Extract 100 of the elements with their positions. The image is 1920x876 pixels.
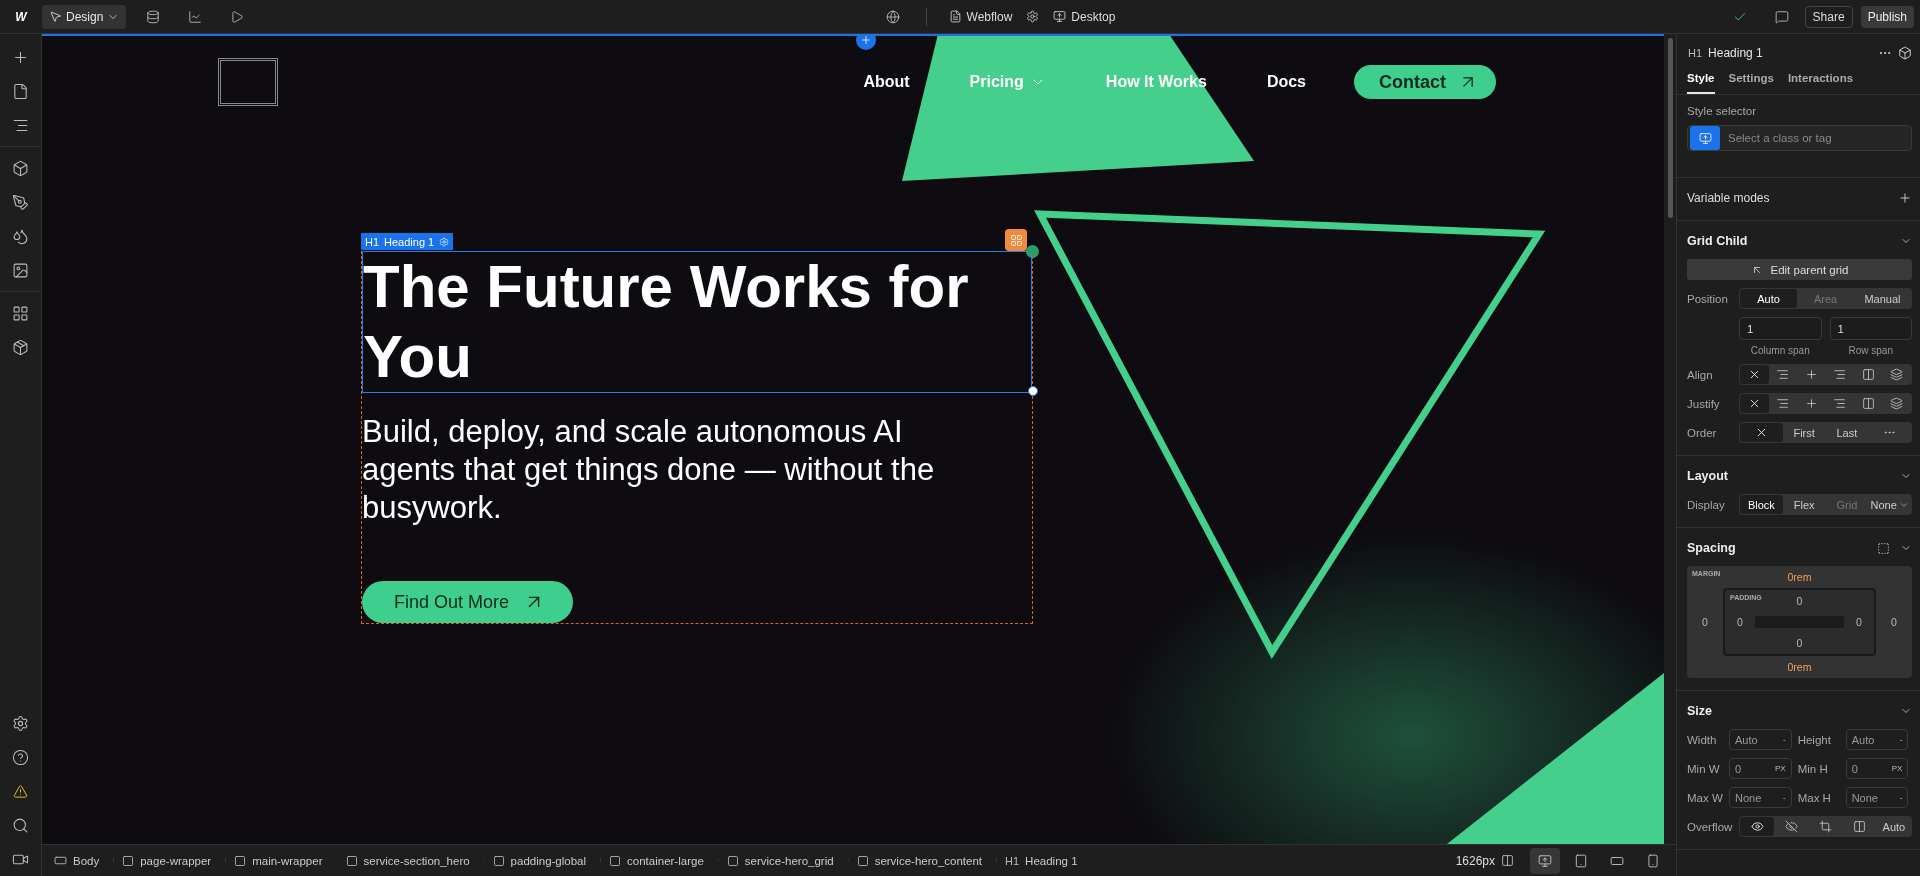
field-label: Width xyxy=(1687,733,1718,746)
span-field[interactable]: 1 xyxy=(1829,317,1912,340)
option-button[interactable]: First xyxy=(1782,423,1826,442)
style-selector-field[interactable]: Select a class or tag xyxy=(1687,125,1912,151)
option-button[interactable]: Block xyxy=(1740,495,1783,514)
size-field[interactable]: None - xyxy=(1845,787,1909,808)
size-field[interactable]: Auto - xyxy=(1729,729,1792,750)
option-button[interactable] xyxy=(1740,394,1769,413)
eye-icon xyxy=(1750,820,1764,833)
style-selector-label: Style selector xyxy=(1687,105,1758,117)
tablet-icon xyxy=(1574,853,1588,868)
share-button[interactable]: Share xyxy=(1804,5,1853,28)
div-icon xyxy=(856,854,869,867)
size-input[interactable]: 0 xyxy=(1851,762,1892,775)
field-label: Display xyxy=(1687,498,1726,511)
field-label: Column span xyxy=(1750,345,1810,356)
padding-value[interactable]: 0 xyxy=(1796,595,1803,607)
breadcrumb[interactable]: padding-global xyxy=(484,844,602,876)
span-field[interactable]: 1 xyxy=(1739,317,1822,340)
desktop-icon xyxy=(1053,10,1067,23)
chart-icon xyxy=(188,9,203,24)
section-title: Size xyxy=(1687,704,1712,718)
size-input[interactable]: 0 xyxy=(1735,762,1775,775)
breadcrumb[interactable]: service-section_hero xyxy=(337,844,485,876)
hero-heading: The Future Works for You xyxy=(363,252,970,392)
grid-icon xyxy=(1009,233,1023,247)
resize-handle[interactable] xyxy=(1028,386,1038,396)
option-button[interactable] xyxy=(1740,817,1775,836)
breadcrumb[interactable]: Body xyxy=(46,844,115,876)
logo-placeholder xyxy=(218,58,278,106)
find-out-more-button[interactable]: Find Out More xyxy=(362,581,574,623)
padding-value[interactable]: 0 xyxy=(1796,637,1803,649)
size-field[interactable]: None - xyxy=(1729,787,1792,808)
page-selector[interactable]: Webflow xyxy=(944,9,1017,24)
breadcrumb[interactable]: H1 Heading 1 xyxy=(997,844,1093,876)
option-button[interactable]: Last xyxy=(1825,423,1869,442)
size-input[interactable]: Auto xyxy=(1851,733,1892,746)
nav-link[interactable]: Docs xyxy=(1236,73,1336,91)
mode-dropdown[interactable]: Design xyxy=(42,4,127,29)
unit-label: PX xyxy=(1775,764,1786,773)
field-label: Order xyxy=(1687,426,1718,439)
option-button[interactable]: Auto xyxy=(1876,817,1911,836)
hero-subheading: Build, deploy, and scale autonomous AI agents that get things done — without the busywork. xyxy=(362,413,936,527)
crop-icon xyxy=(1819,820,1832,833)
size-input[interactable]: Auto xyxy=(1735,733,1775,746)
panel-tab[interactable]: Settings xyxy=(1728,66,1774,94)
image-icon xyxy=(12,261,29,279)
option-button[interactable]: Flex xyxy=(1782,495,1826,514)
contact-button[interactable]: Contact xyxy=(1354,65,1496,99)
breakpoint-button[interactable] xyxy=(1530,847,1560,874)
breakpoint-selector[interactable]: Desktop xyxy=(1049,9,1120,24)
field-label: Position xyxy=(1687,292,1729,305)
margin-value[interactable]: 0 xyxy=(1702,616,1708,628)
publish-button[interactable]: Publish xyxy=(1860,5,1914,28)
align-center-icon xyxy=(1804,397,1818,410)
option-button[interactable]: Auto xyxy=(1740,289,1797,308)
panel-tab[interactable]: Interactions xyxy=(1787,66,1854,94)
logo[interactable]: W xyxy=(6,1,36,32)
size-input[interactable]: None xyxy=(1735,791,1775,804)
breadcrumb[interactable]: service-hero_grid xyxy=(718,844,849,876)
spacing-icon xyxy=(1877,541,1890,555)
div-icon xyxy=(609,854,622,867)
breadcrumb[interactable]: service-hero_content xyxy=(848,844,998,876)
padding-value[interactable]: 0 xyxy=(1856,616,1862,628)
margin-value[interactable]: 0 xyxy=(1891,616,1897,628)
settings-icon xyxy=(439,236,450,247)
panel-tab[interactable]: Style xyxy=(1687,66,1715,94)
div-icon xyxy=(492,854,505,867)
breadcrumb[interactable]: main-wrapper xyxy=(226,844,338,876)
size-input[interactable]: None xyxy=(1851,791,1892,804)
nav-link[interactable]: About xyxy=(833,73,940,91)
size-field[interactable]: 0 PX xyxy=(1729,758,1792,779)
field-label: Overflow xyxy=(1687,820,1734,833)
add-icon xyxy=(860,36,872,46)
size-field[interactable]: Auto - xyxy=(1845,729,1909,750)
add-section-button[interactable] xyxy=(856,36,876,50)
droplets-icon xyxy=(12,227,29,245)
edit-parent-grid-button[interactable]: Edit parent grid xyxy=(1687,259,1912,280)
element-label[interactable]: H1 Heading 1 xyxy=(361,233,454,250)
unit-label: - xyxy=(1783,735,1786,744)
div-icon xyxy=(345,854,358,867)
size-field[interactable]: 0 PX xyxy=(1845,758,1909,779)
margin-value[interactable]: 0rem xyxy=(1787,661,1812,673)
component-button[interactable] xyxy=(1005,229,1027,251)
padding-value[interactable]: 0 xyxy=(1737,616,1743,628)
option-button[interactable]: Manual xyxy=(1854,289,1911,308)
cube-icon xyxy=(1898,46,1912,60)
pen-icon xyxy=(12,193,29,211)
unit-label: - xyxy=(1899,793,1903,802)
class-input[interactable]: Select a class or tag xyxy=(1722,132,1911,144)
help-icon xyxy=(12,748,29,766)
field-label: Row span xyxy=(1848,345,1893,356)
breadcrumb[interactable]: page-wrapper xyxy=(114,844,227,876)
breadcrumb[interactable]: container-large xyxy=(601,844,719,876)
settings-icon xyxy=(12,714,29,732)
option-button[interactable]: None xyxy=(1868,495,1911,514)
option-button[interactable] xyxy=(1740,365,1769,384)
field-label: Min H xyxy=(1797,762,1829,775)
settings-icon xyxy=(1026,10,1040,23)
margin-value[interactable]: 0rem xyxy=(1787,571,1812,583)
